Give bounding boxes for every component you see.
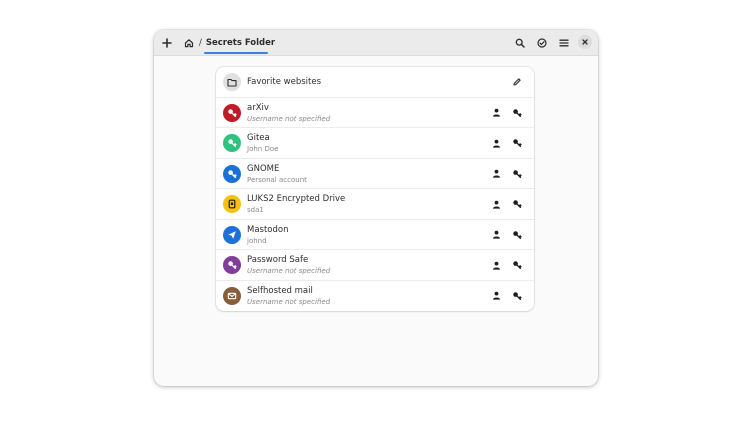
mail-icon (227, 292, 237, 299)
send-icon (228, 230, 236, 239)
entry-row-luks2[interactable]: LUKS2 Encrypted Drive sda1 (216, 189, 534, 220)
selection-mode-button[interactable] (532, 33, 552, 53)
key-icon (513, 261, 522, 270)
person-icon (492, 230, 500, 239)
breadcrumb-underline (204, 52, 268, 54)
entry-subtitle: sda1 (247, 206, 264, 214)
key-icon (513, 200, 522, 209)
copy-username-button[interactable] (489, 258, 503, 272)
key-icon (228, 169, 237, 178)
headerbar: / Secrets Folder (154, 30, 598, 56)
copy-username-button[interactable] (489, 136, 503, 150)
key-icon (513, 230, 522, 239)
home-button[interactable] (179, 33, 199, 53)
main-menu-button[interactable] (554, 33, 574, 53)
entry-row-gnome[interactable]: GNOME Personal account (216, 159, 534, 189)
key-icon (228, 139, 237, 148)
close-icon (582, 39, 588, 45)
search-icon (515, 38, 525, 48)
entry-subtitle: Username not specified (247, 297, 331, 306)
key-icon (228, 108, 237, 117)
entry-title: LUKS2 Encrypted Drive (247, 194, 346, 204)
entry-icon-badge (223, 256, 241, 274)
key-icon (513, 139, 522, 148)
entry-subtitle: johnd (247, 236, 267, 245)
home-icon (184, 39, 194, 48)
key-icon (513, 291, 522, 300)
entry-title: Gitea (247, 133, 270, 143)
check-circle-icon (537, 38, 547, 48)
person-icon (492, 261, 500, 270)
copy-password-button[interactable] (510, 197, 524, 211)
hamburger-menu-icon (559, 39, 569, 47)
copy-password-button[interactable] (510, 167, 524, 181)
app-window: / Secrets Folder Favorite websites arXiv… (154, 30, 598, 386)
folder-title: Favorite websites (247, 77, 322, 87)
entry-subtitle: Personal account (247, 175, 307, 184)
close-button[interactable] (578, 35, 592, 49)
drive-icon (228, 199, 236, 209)
folder-row[interactable]: Favorite websites (216, 67, 534, 98)
copy-password-button[interactable] (510, 106, 524, 120)
entries-list: Favorite websites arXiv Username not spe… (216, 67, 534, 311)
entry-subtitle: John Doe (247, 145, 279, 153)
person-icon (492, 291, 500, 300)
edit-folder-button[interactable] (510, 75, 524, 89)
entry-row-gitea[interactable]: Gitea John Doe (216, 128, 534, 159)
copy-username-button[interactable] (489, 197, 503, 211)
person-icon (492, 108, 500, 117)
entry-icon-badge (223, 286, 241, 305)
entry-row-password-safe[interactable]: Password Safe Username not specified (216, 250, 534, 281)
plus-icon (162, 38, 172, 48)
entry-title: Selfhosted mail (247, 285, 313, 296)
copy-username-button[interactable] (489, 228, 503, 242)
key-icon (513, 108, 522, 117)
entry-row-selfhosted-mail[interactable]: Selfhosted mail Username not specified (216, 281, 534, 312)
breadcrumb-separator: / (199, 38, 202, 48)
breadcrumb-current[interactable]: Secrets Folder (206, 38, 275, 48)
entry-icon-badge (223, 225, 241, 244)
entry-subtitle: Username not specified (247, 114, 331, 123)
copy-password-button[interactable] (510, 228, 524, 242)
key-icon (513, 169, 522, 178)
entry-title: arXiv (247, 102, 269, 113)
folder-icon (227, 78, 237, 87)
entry-title: Mastodon (247, 224, 289, 235)
copy-username-button[interactable] (489, 106, 503, 120)
person-icon (492, 200, 500, 209)
entry-icon-badge (223, 103, 241, 122)
entry-subtitle: Username not specified (247, 267, 331, 275)
copy-password-button[interactable] (510, 258, 524, 272)
entry-row-mastodon[interactable]: Mastodon johnd (216, 220, 534, 250)
add-button[interactable] (157, 33, 177, 53)
entry-title: Password Safe (247, 255, 309, 265)
entry-icon-badge (223, 164, 241, 183)
search-button[interactable] (510, 33, 530, 53)
person-icon (492, 169, 500, 178)
copy-password-button[interactable] (510, 136, 524, 150)
copy-username-button[interactable] (489, 167, 503, 181)
pencil-icon (513, 78, 521, 86)
folder-icon-badge (223, 73, 241, 91)
copy-username-button[interactable] (489, 289, 503, 303)
entry-title: GNOME (247, 163, 280, 174)
entry-row-arxiv[interactable]: arXiv Username not specified (216, 98, 534, 128)
person-icon (492, 139, 500, 148)
key-icon (228, 261, 237, 270)
entry-icon-badge (223, 195, 241, 213)
copy-password-button[interactable] (510, 289, 524, 303)
entry-icon-badge (223, 134, 241, 152)
